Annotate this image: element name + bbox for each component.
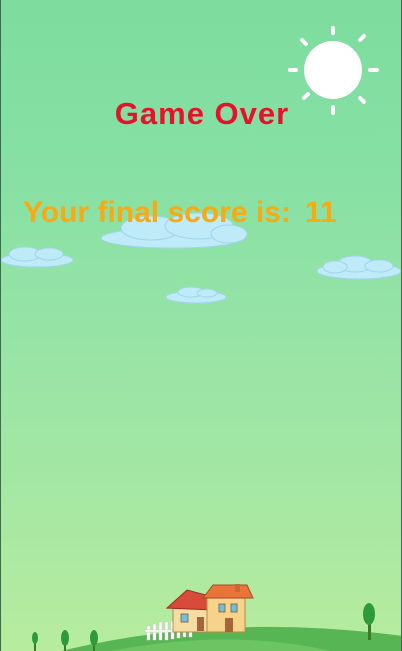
cloud-icon — [165, 286, 227, 304]
game-over-title: Game Over — [114, 96, 290, 131]
house-icon — [165, 584, 254, 633]
game-over-screen: Game Over Your final score is: 11 — [0, 0, 402, 651]
score-label: Your final score is: — [23, 196, 291, 229]
cloud-icon — [316, 255, 401, 280]
tree-icon — [61, 630, 69, 651]
tree-icon — [32, 632, 38, 651]
score-value: 11 — [304, 196, 337, 229]
cloud-icon — [1, 246, 74, 268]
final-score: Your final score is: 11 — [23, 196, 337, 230]
